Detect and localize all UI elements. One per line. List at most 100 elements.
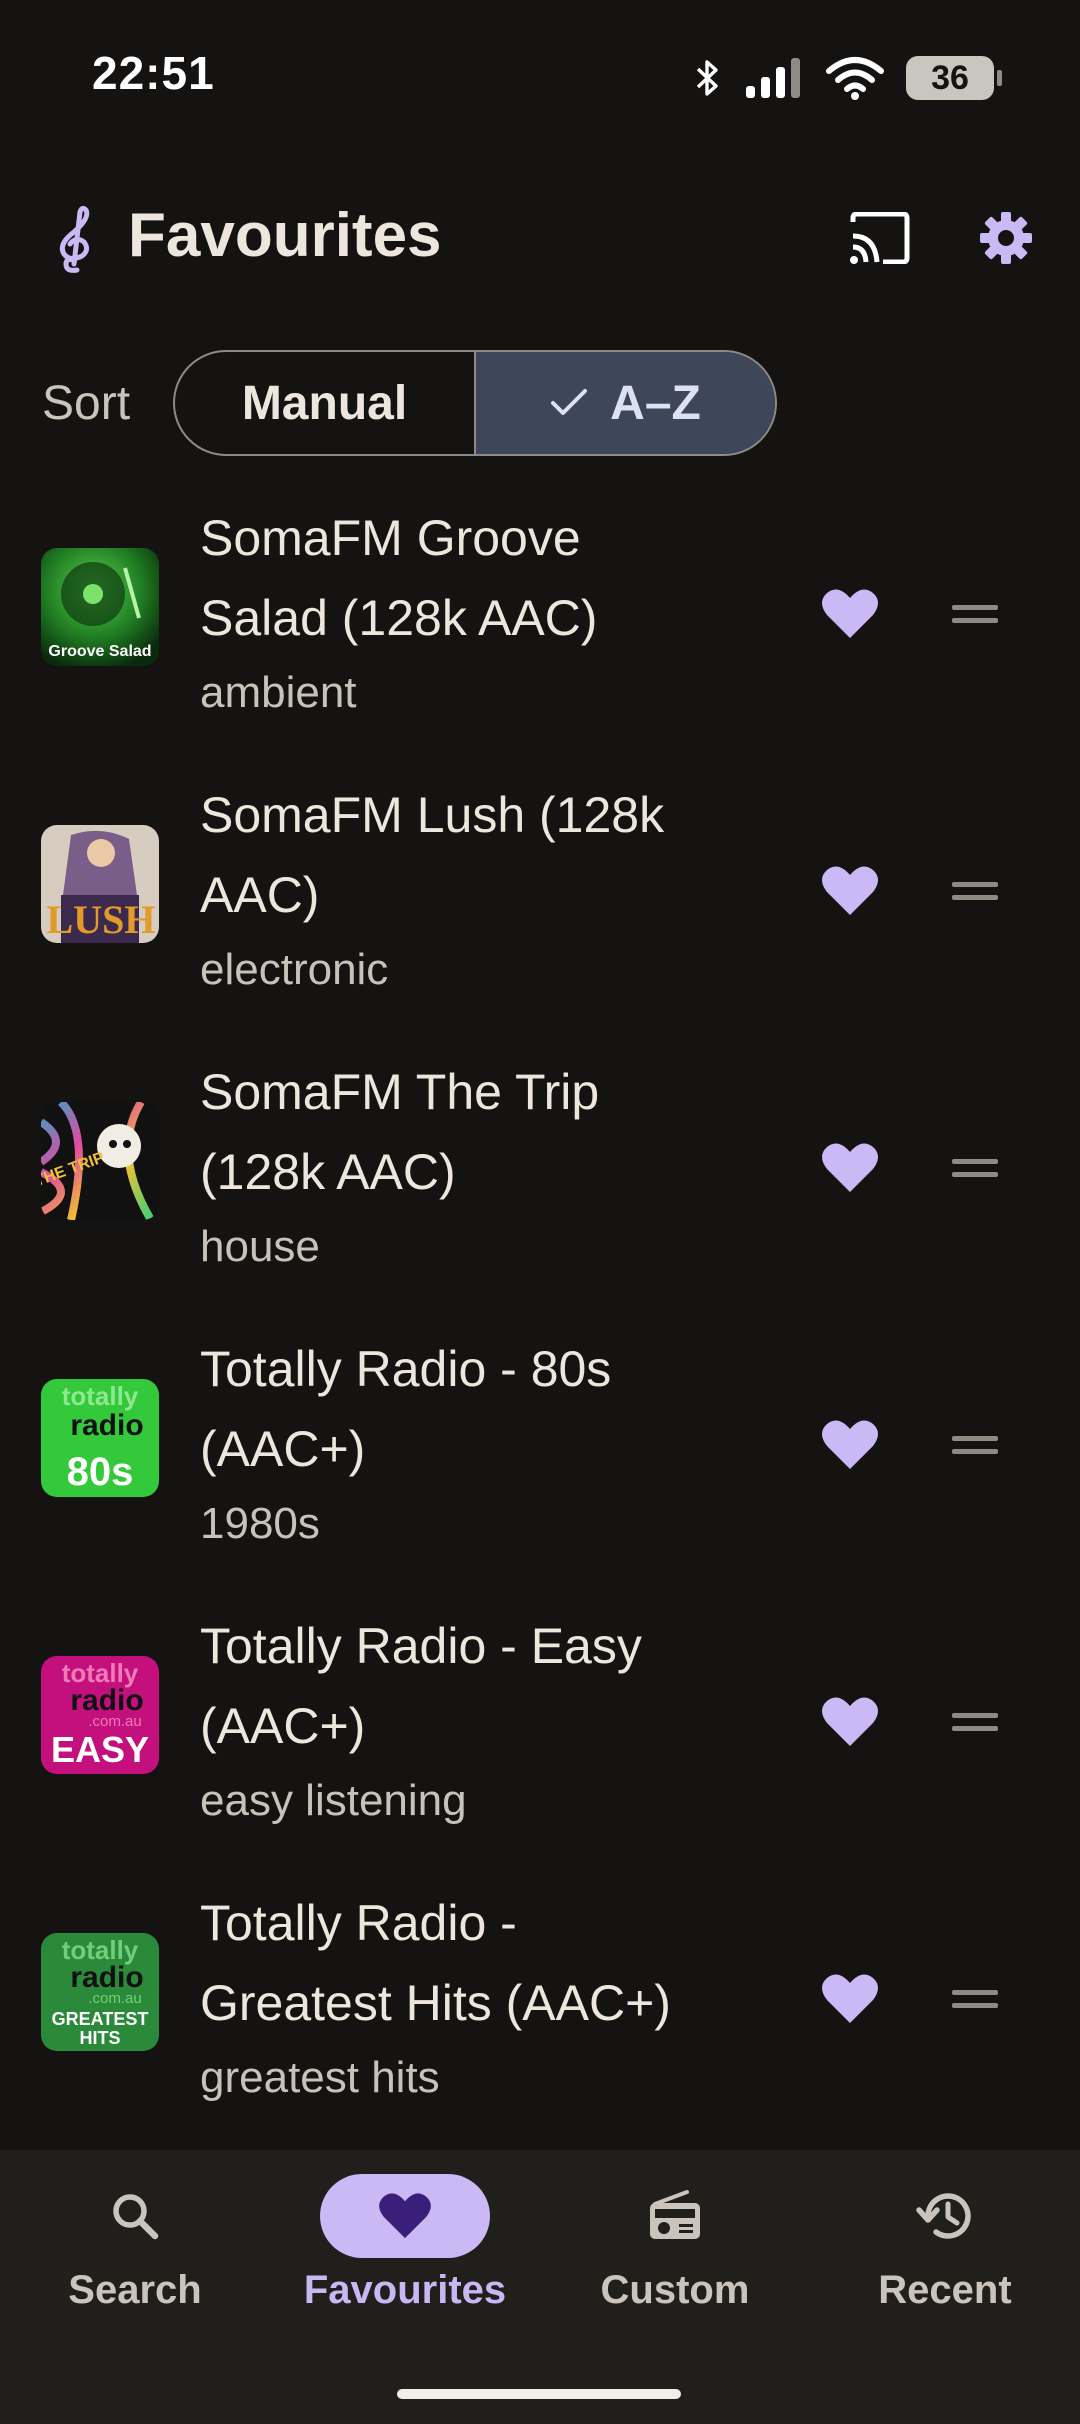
heart-icon xyxy=(822,1143,878,1192)
station-name-line: (AAC+) xyxy=(200,1421,366,1477)
treble-clef-icon xyxy=(59,205,90,273)
drag-handle[interactable] xyxy=(944,1975,1006,2023)
sort-option-label: A–Z xyxy=(610,376,701,430)
drag-handle[interactable] xyxy=(944,1144,1006,1192)
bottom-navigation: Search Favourites Custom Recent xyxy=(0,2150,1080,2424)
nav-icon-container xyxy=(320,2174,490,2258)
favourite-button[interactable] xyxy=(814,1132,886,1204)
sort-option-a-z[interactable]: A–Z xyxy=(476,352,775,454)
station-name-line: Salad (128k AAC) xyxy=(200,590,598,646)
station-row[interactable]: totally radio .com.au EASY Totally Radio… xyxy=(0,1598,1080,1875)
app-screen: 22:51 36 Favourites Sort Manual A–Z Groo… xyxy=(0,0,1080,2424)
wifi-icon xyxy=(826,57,884,100)
nav-icon-container xyxy=(50,2174,220,2258)
heart-icon xyxy=(822,589,878,638)
station-name-line: Totally Radio - xyxy=(200,1895,517,1951)
drag-handle[interactable] xyxy=(944,1421,1006,1469)
station-text: Totally Radio - 80s (AAC+) 1980s xyxy=(200,1329,760,1559)
station-artwork: totally radio 80s xyxy=(41,1379,159,1497)
drag-handle[interactable] xyxy=(944,1698,1006,1746)
station-artwork: totally radio .com.au GREATEST HITS xyxy=(41,1933,159,2051)
nav-icon-container xyxy=(860,2174,1030,2258)
cast-button[interactable] xyxy=(842,200,918,276)
station-list: Groove Salad SomaFM Groove Salad (128k A… xyxy=(0,490,1080,2152)
artwork-label: .com.au xyxy=(88,1713,141,1730)
station-name-line: Greatest Hits (AAC+) xyxy=(200,1975,671,2031)
station-genre: ambient xyxy=(200,668,357,717)
drag-handle-icon xyxy=(952,1990,998,2008)
battery-icon: 36 xyxy=(906,56,1002,100)
favourite-button[interactable] xyxy=(814,1963,886,2035)
nav-label: Custom xyxy=(600,2268,750,2312)
drag-handle-icon xyxy=(952,1159,998,1177)
nav-item-search[interactable]: Search xyxy=(0,2150,270,2360)
search-icon xyxy=(113,2194,159,2240)
station-name-line: Totally Radio - 80s xyxy=(200,1341,612,1397)
sort-row: Sort Manual A–Z xyxy=(0,348,1080,460)
sort-option-label: Manual xyxy=(241,376,408,430)
station-genre: easy listening xyxy=(200,1776,467,1825)
station-genre: greatest hits xyxy=(200,2053,440,2102)
drag-handle-icon xyxy=(952,1436,998,1454)
page-title: Favourites xyxy=(128,201,442,270)
station-genre: house xyxy=(200,1222,320,1271)
favourite-button[interactable] xyxy=(814,1409,886,1481)
nav-item-recent[interactable]: Recent xyxy=(810,2150,1080,2360)
station-genre: 1980s xyxy=(200,1499,320,1548)
artwork-label: LUSH xyxy=(47,897,156,942)
station-row[interactable]: Groove Salad SomaFM Groove Salad (128k A… xyxy=(0,490,1080,767)
station-row[interactable]: totally radio .com.au GREATEST HITS Tota… xyxy=(0,1875,1080,2152)
station-text: SomaFM Groove Salad (128k AAC) ambient xyxy=(200,498,760,728)
favourite-button[interactable] xyxy=(814,578,886,650)
sort-segmented-control: Manual A–Z xyxy=(173,350,777,456)
station-artwork: totally radio .com.au EASY xyxy=(41,1656,159,1774)
heart-icon xyxy=(822,1420,878,1469)
status-icons: 36 xyxy=(692,48,1002,108)
battery-level: 36 xyxy=(931,58,969,97)
settings-button[interactable] xyxy=(968,200,1044,276)
favourite-button[interactable] xyxy=(814,855,886,927)
station-name-line: AAC) xyxy=(200,867,320,923)
station-row[interactable]: THE TRIP SomaFM The Trip (128k AAC) hous… xyxy=(0,1044,1080,1321)
favourite-button[interactable] xyxy=(814,1686,886,1758)
drag-handle-icon xyxy=(952,605,998,623)
gear-icon xyxy=(980,212,1032,264)
nav-item-custom[interactable]: Custom xyxy=(540,2150,810,2360)
station-text: SomaFM The Trip (128k AAC) house xyxy=(200,1052,760,1282)
sort-option-manual[interactable]: Manual xyxy=(175,352,476,454)
artwork-label: GREATEST xyxy=(52,2009,149,2029)
cast-icon xyxy=(850,212,910,264)
station-name-line: (AAC+) xyxy=(200,1698,366,1754)
station-text: SomaFM Lush (128k AAC) electronic xyxy=(200,775,760,1005)
sort-label: Sort xyxy=(42,377,131,430)
artwork-label: EASY xyxy=(51,1729,149,1770)
artwork-label: 80s xyxy=(67,1450,134,1494)
artwork-label: radio xyxy=(70,1409,143,1442)
station-name-line: (128k AAC) xyxy=(200,1144,456,1200)
radio-icon xyxy=(650,2190,700,2239)
station-name-line: SomaFM Lush (128k xyxy=(200,787,665,843)
station-row[interactable]: totally radio 80s Totally Radio - 80s (A… xyxy=(0,1321,1080,1598)
station-artwork: Groove Salad xyxy=(41,548,159,666)
heart-icon xyxy=(822,866,878,915)
station-text: Totally Radio - Greatest Hits (AAC+) gre… xyxy=(200,1883,760,2113)
artwork-label: .com.au xyxy=(88,1990,141,2007)
battery-tip xyxy=(997,70,1002,86)
nav-label: Search xyxy=(68,2268,202,2312)
station-name-line: Totally Radio - Easy xyxy=(200,1618,642,1674)
artwork-label: Groove Salad xyxy=(48,643,151,660)
artwork-label: totally xyxy=(62,1381,139,1411)
station-artwork: LUSH xyxy=(41,825,159,943)
nav-item-favourites[interactable]: Favourites xyxy=(270,2150,540,2360)
station-name-line: SomaFM The Trip xyxy=(200,1064,600,1120)
drag-handle-icon xyxy=(952,1713,998,1731)
station-genre: electronic xyxy=(200,945,389,994)
history-icon xyxy=(916,2193,971,2239)
status-bar: 22:51 36 xyxy=(0,0,1080,150)
heart-icon xyxy=(379,2193,431,2239)
drag-handle[interactable] xyxy=(944,867,1006,915)
signal-icon xyxy=(746,58,800,98)
drag-handle[interactable] xyxy=(944,590,1006,638)
station-row[interactable]: LUSH SomaFM Lush (128k AAC) electronic xyxy=(0,767,1080,1044)
home-indicator[interactable] xyxy=(397,2389,681,2399)
